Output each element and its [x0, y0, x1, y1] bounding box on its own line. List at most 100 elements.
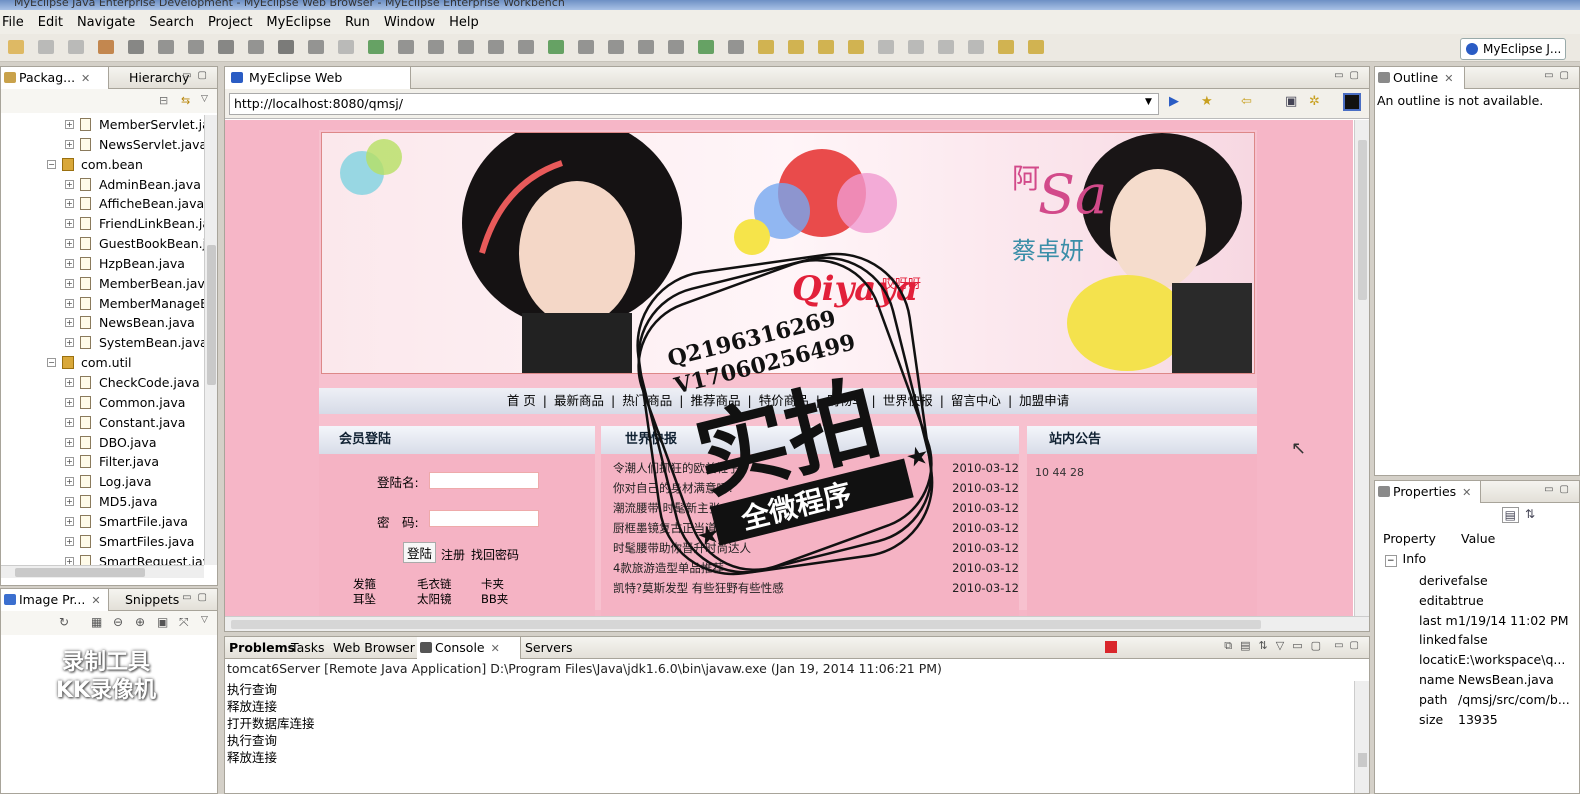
actual-size-icon[interactable]: ▣ — [157, 615, 168, 629]
browser-hscrollbar[interactable] — [225, 616, 1369, 631]
tab-console[interactable]: Console ✕ — [417, 637, 521, 659]
minimize-maximize-icon[interactable]: ▭▢ — [1544, 484, 1575, 495]
toolbar-button[interactable] — [458, 40, 474, 54]
property-row[interactable]: path/qmsj/src/com/b... — [1375, 690, 1580, 710]
expand-icon[interactable]: + — [65, 179, 74, 189]
scroll-thumb[interactable] — [1358, 140, 1367, 300]
expand-icon[interactable]: + — [65, 437, 74, 447]
tree-file[interactable]: + NewsServlet.java — [1, 135, 204, 155]
nav-link[interactable]: 留言中心 — [951, 393, 1001, 408]
expand-icon[interactable]: + — [65, 497, 74, 507]
tab-servers[interactable]: Servers — [521, 637, 581, 659]
news-item[interactable]: 令潮人们抓狂的欧美鞋子 2010-03-12 — [613, 458, 1019, 478]
menu-search[interactable]: Search — [149, 15, 194, 30]
category-link[interactable]: 太阳镜 — [417, 591, 452, 607]
toolbar-button[interactable] — [428, 40, 444, 54]
tree-package[interactable]: − com.util — [1, 353, 204, 373]
nav-link[interactable]: 加盟申请 — [1019, 393, 1069, 408]
toolbar-button[interactable] — [98, 40, 114, 54]
category-link[interactable]: BB夹 — [481, 591, 508, 607]
news-title-link[interactable]: 潮流腰带 时髦新主张 — [613, 501, 720, 515]
expand-icon[interactable]: + — [65, 516, 74, 526]
rotate-icon[interactable]: ⤧ — [179, 615, 189, 630]
tree-file[interactable]: + MemberManageE — [1, 294, 204, 314]
register-link[interactable]: 注册 — [441, 546, 465, 563]
property-row[interactable]: size 13935 — [1375, 710, 1580, 730]
property-row[interactable]: name NewsBean.java — [1375, 670, 1580, 690]
info-group[interactable]: − Info — [1385, 551, 1426, 567]
tree-file[interactable]: + Log.java — [1, 472, 204, 492]
tab-tasks[interactable]: Tasks — [287, 637, 329, 659]
toolbar-button[interactable] — [38, 40, 54, 54]
tree-file[interactable]: + HzpBean.java — [1, 254, 204, 274]
scroll-thumb[interactable] — [207, 245, 216, 385]
advanced-icon[interactable]: ⇅ — [1525, 507, 1535, 521]
expand-icon[interactable]: + — [65, 139, 74, 149]
close-icon[interactable]: ✕ — [1462, 486, 1471, 499]
expand-icon[interactable]: + — [65, 377, 74, 387]
tab-package-explorer[interactable]: Packag... ✕ — [1, 67, 109, 89]
terminate-icon[interactable] — [1105, 641, 1117, 653]
collapse-all-icon[interactable]: ⊟ — [159, 94, 168, 107]
close-icon[interactable]: ✕ — [1444, 72, 1453, 85]
expand-icon[interactable]: + — [65, 397, 74, 407]
menu-edit[interactable]: Edit — [38, 15, 63, 30]
news-title-link[interactable]: 时髦腰带助你晋升时尚达人 — [613, 541, 751, 555]
menu-myeclipse[interactable]: MyEclipse — [266, 15, 331, 30]
package-tree-hscrollbar[interactable] — [1, 565, 204, 578]
toolbar-button[interactable] — [158, 40, 174, 54]
minimize-maximize-icon[interactable]: ▭▢ — [1334, 70, 1365, 81]
tree-file[interactable]: + AfficheBean.java — [1, 194, 204, 214]
menu-help[interactable]: Help — [449, 15, 479, 30]
toolbar-button[interactable] — [398, 40, 414, 54]
toolbar-button[interactable] — [668, 40, 684, 54]
toolbar-button[interactable] — [68, 40, 84, 54]
category-link[interactable]: 耳坠 — [353, 591, 376, 607]
expand-icon[interactable]: + — [65, 457, 74, 467]
menu-file[interactable]: File — [2, 15, 24, 30]
toolbar-button[interactable] — [368, 40, 384, 54]
refresh-icon[interactable]: ▣ — [1285, 94, 1297, 109]
link-editor-icon[interactable]: ⇆ — [181, 94, 190, 107]
tree-file[interactable]: + MD5.java — [1, 492, 204, 512]
toolbar-button[interactable] — [8, 40, 24, 54]
toolbar-button[interactable] — [938, 40, 954, 54]
news-item[interactable]: 厨框墨镜复古正当道 2010-03-12 — [613, 518, 1019, 538]
toolbar-button[interactable] — [908, 40, 924, 54]
expand-icon[interactable]: + — [65, 318, 74, 328]
console-toolbar-icons[interactable]: ⧉▤⇅▽▭▢ — [1224, 639, 1329, 653]
toolbar-button[interactable] — [728, 40, 744, 54]
expand-icon[interactable]: − — [47, 358, 56, 368]
toolbar-button[interactable] — [278, 40, 294, 54]
tree-file[interactable]: + DBO.java — [1, 433, 204, 453]
menu-navigate[interactable]: Navigate — [77, 15, 135, 30]
tree-file[interactable]: + SmartFiles.java — [1, 532, 204, 552]
tree-file[interactable]: + Common.java — [1, 393, 204, 413]
expand-icon[interactable]: + — [65, 120, 74, 129]
news-title-link[interactable]: 令潮人们抓狂的欧美鞋子 — [613, 461, 740, 475]
package-tree-scrollbar[interactable] — [204, 115, 217, 565]
tree-file[interactable]: + AdminBean.java — [1, 175, 204, 195]
toolbar-button[interactable] — [488, 40, 504, 54]
nav-link[interactable]: 世界快报 — [883, 393, 933, 408]
property-row[interactable]: editab true — [1375, 591, 1580, 611]
toolbar-button[interactable] — [578, 40, 594, 54]
tree-file[interactable]: + MemberBean.java — [1, 274, 204, 294]
tab-problems[interactable]: Problems — [225, 637, 295, 659]
nav-link[interactable]: 特价商品 — [759, 393, 809, 408]
tree-file[interactable]: + Constant.java — [1, 413, 204, 433]
expand-icon[interactable]: − — [47, 159, 56, 169]
toolbar-button[interactable] — [818, 40, 834, 54]
refresh-icon[interactable]: ↻ — [59, 615, 69, 629]
news-title-link[interactable]: 你对自己的身材满意吗? — [613, 481, 734, 495]
url-input[interactable]: http://localhost:8080/qmsj/ — [229, 93, 1159, 115]
stop-icon[interactable]: ✲ — [1309, 94, 1320, 109]
zoom-in-icon[interactable]: ⊕ — [135, 615, 145, 629]
tab-hierarchy[interactable]: Hierarchy — [111, 67, 191, 89]
perspective-button[interactable]: MyEclipse J... — [1460, 38, 1566, 60]
toolbar-button[interactable] — [968, 40, 984, 54]
categories-icon[interactable]: ▤ — [1501, 507, 1519, 523]
password-input[interactable] — [429, 510, 539, 527]
toolbar-button[interactable] — [308, 40, 324, 54]
toolbar-button[interactable] — [758, 40, 774, 54]
